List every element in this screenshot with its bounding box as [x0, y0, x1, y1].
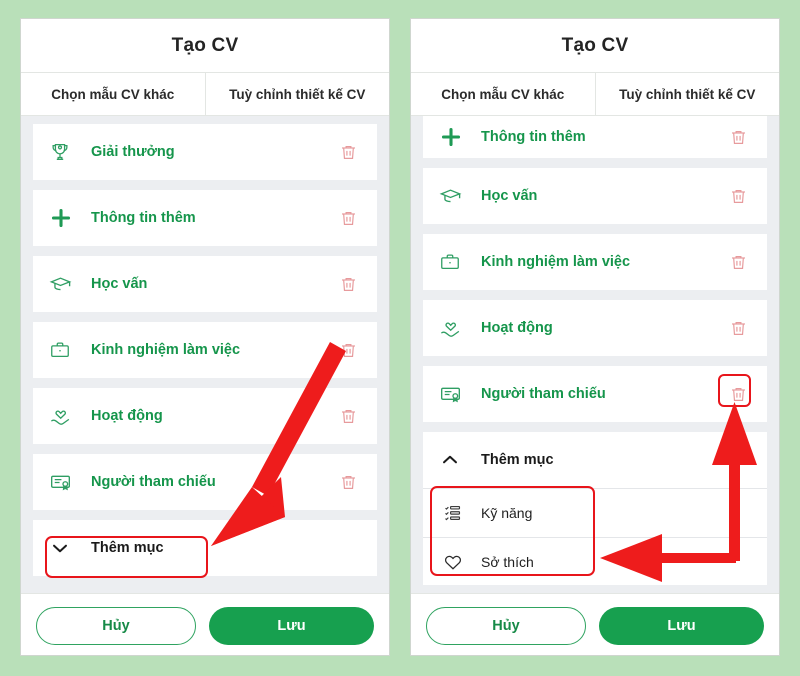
- tab-bar-left: Chọn mẫu CV khác Tuỳ chỉnh thiết kế CV: [21, 73, 389, 116]
- graduation-icon: [439, 185, 481, 208]
- plus-icon: [49, 206, 91, 230]
- chevron-up-icon: [439, 449, 481, 471]
- section-row-label: Thông tin thêm: [91, 210, 196, 226]
- section-row[interactable]: Giải thưởng: [33, 124, 377, 180]
- trash-icon[interactable]: [723, 128, 753, 147]
- them-muc-item-list: Kỹ năng Sở thích: [423, 488, 767, 585]
- chevron-down-icon: [49, 537, 91, 559]
- them-muc-toggle[interactable]: Thêm mục: [33, 520, 377, 576]
- section-row-label: Hoạt động: [91, 408, 163, 424]
- them-muc-label: Thêm mục: [91, 540, 164, 556]
- screenshot-stage: Tạo CV Chọn mẫu CV khác Tuỳ chỉnh thiết …: [0, 0, 800, 676]
- cancel-button[interactable]: Hủy: [36, 606, 196, 645]
- trash-icon[interactable]: [333, 275, 363, 294]
- trash-icon[interactable]: [333, 341, 363, 360]
- list-item-label: Sở thích: [481, 553, 534, 570]
- section-row-label: Học vấn: [91, 276, 148, 292]
- panel-header-right: Tạo CV: [411, 19, 779, 73]
- page-title: Tạo CV: [171, 34, 239, 56]
- trash-icon[interactable]: [723, 319, 753, 338]
- footer-right: Hủy Lưu: [411, 593, 779, 655]
- section-row[interactable]: Kinh nghiệm làm việc: [423, 234, 767, 290]
- section-row[interactable]: Học vấn: [423, 168, 767, 224]
- trash-icon[interactable]: [333, 209, 363, 228]
- panel-header-left: Tạo CV: [21, 19, 389, 73]
- heart-icon: [443, 552, 481, 572]
- briefcase-icon: [439, 251, 481, 273]
- them-muc-section: Thêm mục: [33, 520, 377, 576]
- tab-tuy-chinh-thiet-ke-cv[interactable]: Tuỳ chỉnh thiết kế CV: [594, 73, 780, 115]
- section-row[interactable]: Hoạt động: [33, 388, 377, 444]
- cancel-button[interactable]: Hủy: [426, 606, 586, 645]
- section-row[interactable]: Người tham chiếu: [423, 366, 767, 422]
- graduation-icon: [49, 273, 91, 296]
- plus-icon: [439, 125, 481, 149]
- save-button[interactable]: Lưu: [599, 606, 764, 645]
- section-row[interactable]: Học vấn: [33, 256, 377, 312]
- list-item[interactable]: Sở thích: [423, 537, 767, 585]
- trash-icon[interactable]: [333, 407, 363, 426]
- tab-bar-right: Chọn mẫu CV khác Tuỳ chỉnh thiết kế CV: [411, 73, 779, 116]
- section-list-right[interactable]: Thông tin thêm Học vấn Kinh nghiệm làm việ…: [411, 116, 779, 593]
- trash-icon[interactable]: [723, 187, 753, 206]
- page-title: Tạo CV: [561, 34, 629, 56]
- section-row-label: Hoạt động: [481, 320, 553, 336]
- trash-icon[interactable]: [333, 143, 363, 162]
- trash-icon[interactable]: [723, 385, 753, 404]
- certificate-icon: [49, 471, 91, 494]
- list-item[interactable]: Kỹ năng: [423, 489, 767, 537]
- section-list-left[interactable]: Giải thưởng Thông tin thêm Học vấn Kinh ngh…: [21, 116, 389, 593]
- trash-icon[interactable]: [333, 473, 363, 492]
- trophy-icon: [49, 141, 91, 163]
- section-row-label: Người tham chiếu: [481, 386, 606, 402]
- phone-screen-left: Tạo CV Chọn mẫu CV khác Tuỳ chỉnh thiết …: [20, 18, 390, 656]
- save-button[interactable]: Lưu: [209, 606, 374, 645]
- section-row-label: Học vấn: [481, 188, 538, 204]
- tab-tuy-chinh-thiet-ke-cv[interactable]: Tuỳ chỉnh thiết kế CV: [204, 73, 390, 115]
- them-muc-toggle[interactable]: Thêm mục: [423, 432, 767, 488]
- briefcase-icon: [49, 339, 91, 361]
- tab-chon-mau-cv-khac[interactable]: Chọn mẫu CV khác: [21, 73, 205, 115]
- them-muc-section: Thêm mục Kỹ năng Sở thích: [423, 432, 767, 585]
- section-row[interactable]: Thông tin thêm: [33, 190, 377, 246]
- certificate-icon: [439, 383, 481, 406]
- list-item-label: Kỹ năng: [481, 505, 533, 521]
- hand-heart-icon: [439, 317, 481, 340]
- section-row[interactable]: Thông tin thêm: [423, 116, 767, 158]
- section-row-label: Thông tin thêm: [481, 129, 586, 145]
- trash-icon[interactable]: [723, 253, 753, 272]
- tab-chon-mau-cv-khac[interactable]: Chọn mẫu CV khác: [411, 73, 595, 115]
- them-muc-label: Thêm mục: [481, 452, 554, 468]
- section-row-label: Kinh nghiệm làm việc: [481, 254, 631, 270]
- section-row[interactable]: Hoạt động: [423, 300, 767, 356]
- footer-left: Hủy Lưu: [21, 593, 389, 655]
- hand-heart-icon: [49, 405, 91, 428]
- section-row-label: Giải thưởng: [91, 144, 175, 160]
- section-row[interactable]: Người tham chiếu: [33, 454, 377, 510]
- phone-screen-right: Tạo CV Chọn mẫu CV khác Tuỳ chỉnh thiết …: [410, 18, 780, 656]
- section-row-label: Kinh nghiệm làm việc: [91, 342, 241, 358]
- section-row[interactable]: Kinh nghiệm làm việc: [33, 322, 377, 378]
- skills-list-icon: [443, 504, 481, 523]
- section-row-label: Người tham chiếu: [91, 474, 216, 490]
